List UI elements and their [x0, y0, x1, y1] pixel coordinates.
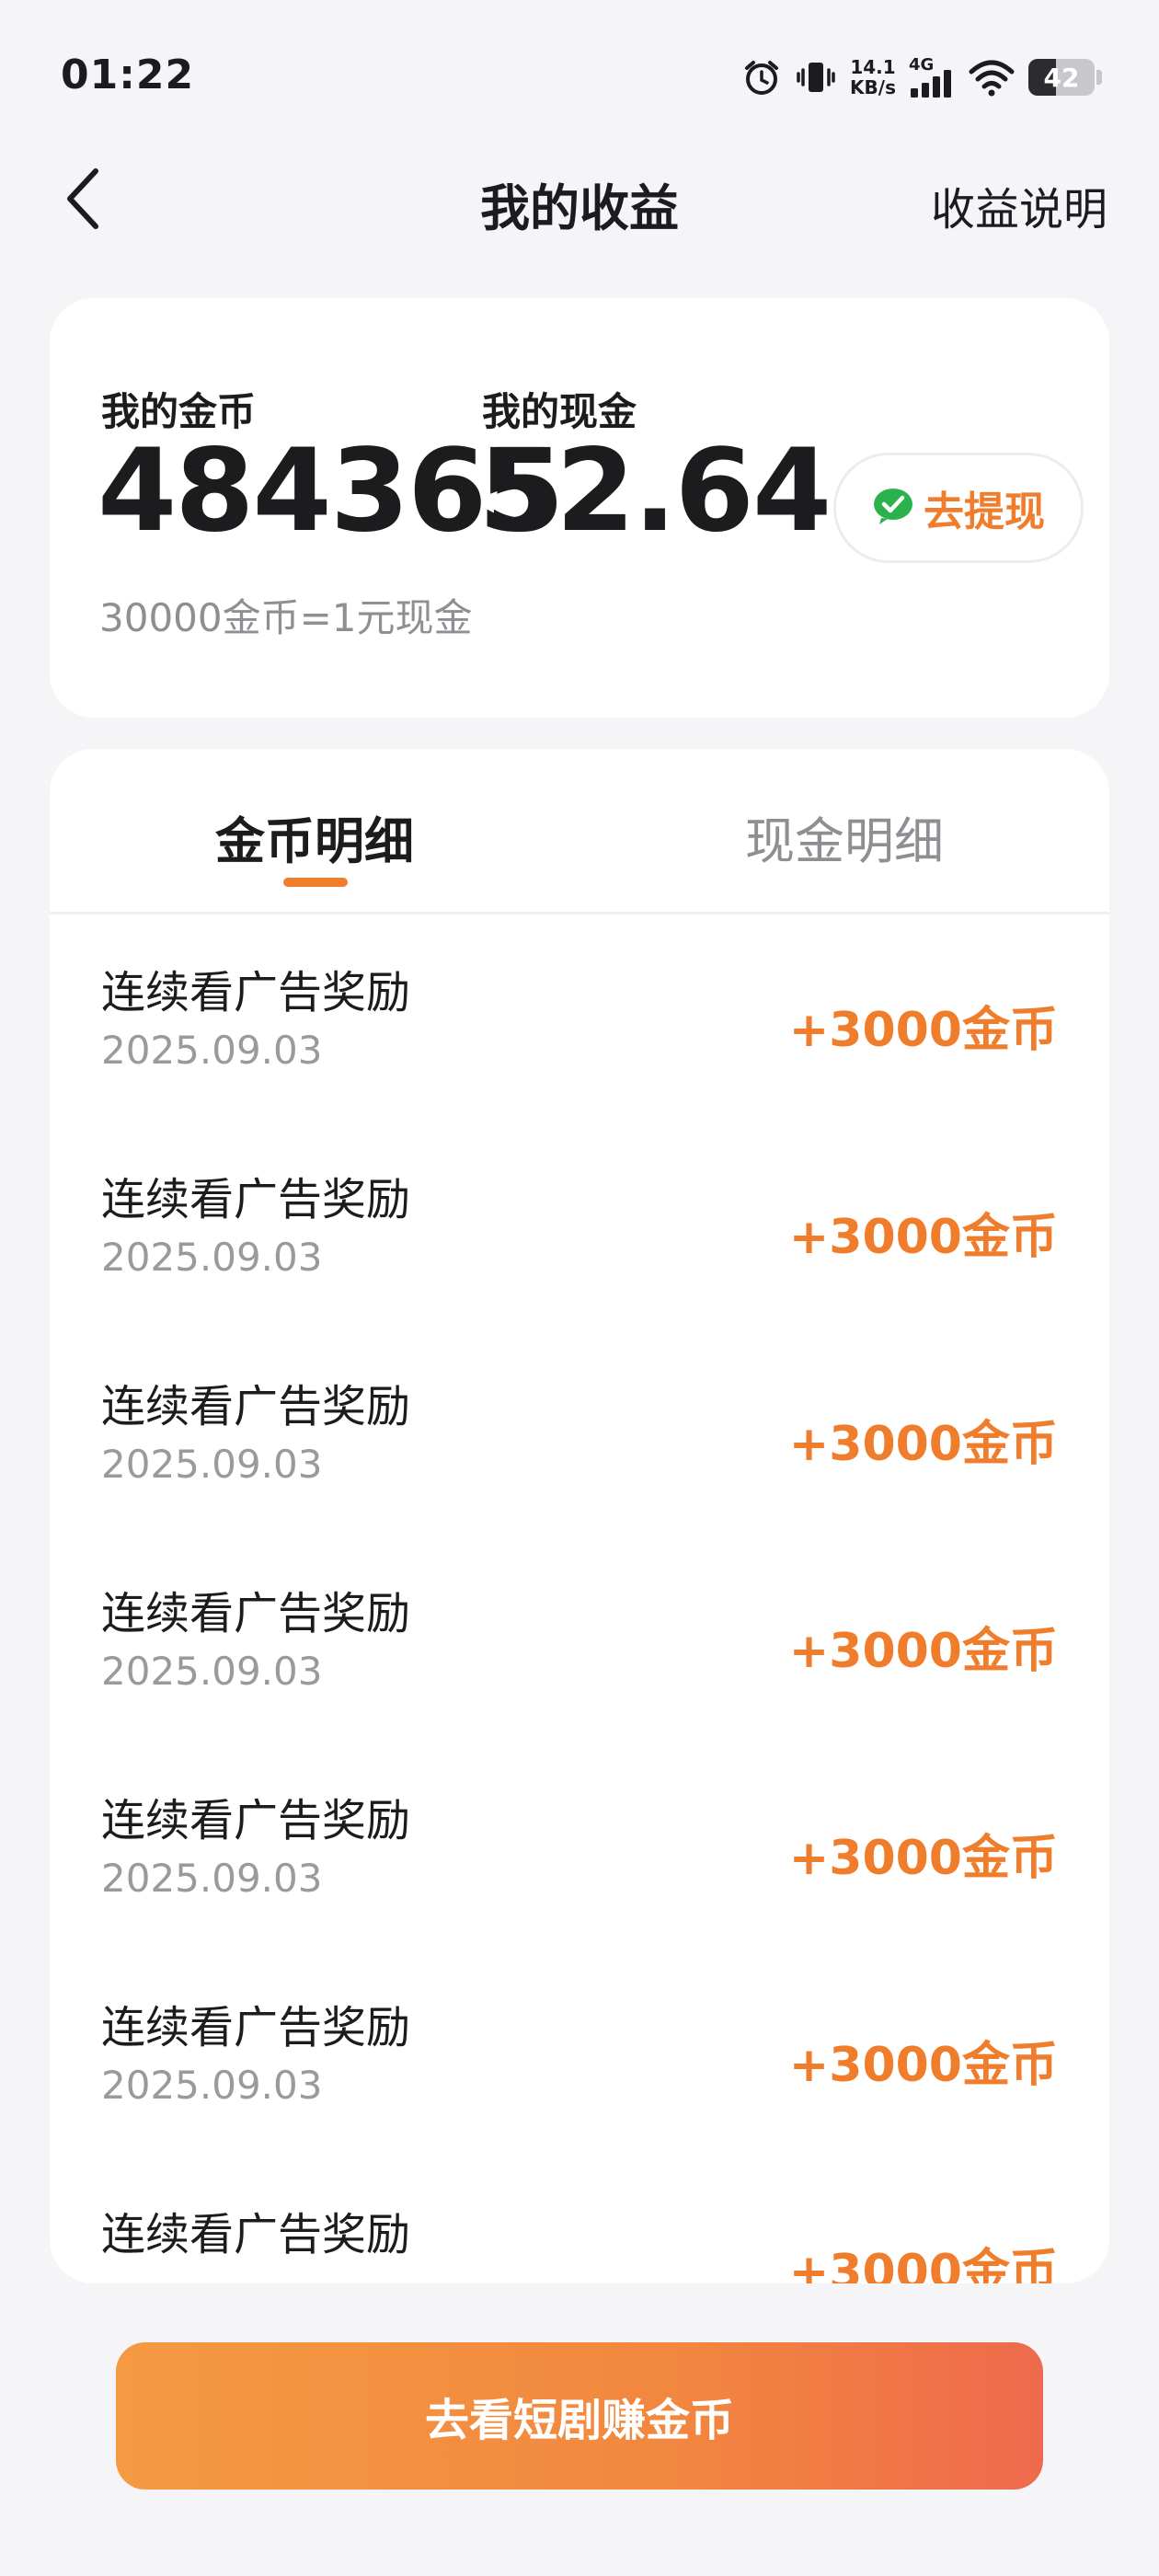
- tab-coin-details[interactable]: 金币明细: [50, 800, 580, 873]
- watch-drama-earn-coins-button[interactable]: 去看短剧赚金币: [116, 2342, 1043, 2490]
- net-speed: 14.1 KB/s: [850, 57, 896, 98]
- earnings-summary-card: 我的金币 484365 我的现金 52.64 30000金币=1元现金 去提现: [50, 298, 1109, 718]
- record-amount: +3000金币: [788, 1831, 1058, 1886]
- details-card: 金币明细 现金明细 连续看广告奖励 2025.09.03 +3000金币 连续看…: [50, 749, 1109, 2283]
- withdraw-label: 去提现: [924, 489, 1045, 535]
- record-amount: +3000金币: [788, 2245, 1058, 2283]
- record-title: 连续看广告奖励: [101, 1174, 411, 1225]
- list-item: 连续看广告奖励 2025.09.03 +3000金币: [50, 917, 1109, 1124]
- record-list[interactable]: 连续看广告奖励 2025.09.03 +3000金币 连续看广告奖励 2025.…: [50, 917, 1109, 2283]
- status-icons: 14.1 KB/s 4G 42: [741, 52, 1102, 103]
- record-title: 连续看广告奖励: [101, 1588, 411, 1639]
- list-item: 连续看广告奖励 2025.09.03 +3000金币: [50, 1745, 1109, 1952]
- list-item: 连续看广告奖励 2025.09.03 +3000金币: [50, 1538, 1109, 1745]
- alarm-clock-icon: [741, 57, 782, 98]
- record-amount: +3000金币: [788, 1624, 1058, 1679]
- record-amount: +3000金币: [788, 2038, 1058, 2093]
- withdraw-button[interactable]: 去提现: [833, 453, 1084, 563]
- battery-text: 42: [1043, 62, 1080, 93]
- record-date: 2025.09.03: [101, 1856, 323, 1901]
- status-time: 01:22: [61, 52, 195, 98]
- record-title: 连续看广告奖励: [101, 2209, 411, 2260]
- earnings-info-link[interactable]: 收益说明: [931, 173, 1107, 237]
- record-amount: +3000金币: [788, 1003, 1058, 1058]
- record-amount: +3000金币: [788, 1210, 1058, 1265]
- header: 我的收益 收益说明: [0, 156, 1159, 239]
- net-speed-unit: KB/s: [850, 76, 896, 98]
- record-date: 2025.09.03: [101, 2063, 323, 2108]
- tab-cash-details[interactable]: 现金明细: [580, 800, 1109, 873]
- wechat-icon: [872, 487, 914, 529]
- record-date: 2025.09.03: [101, 1028, 323, 1073]
- cell-signal: 4G: [909, 55, 955, 99]
- detail-tabs: 金币明细 现金明细: [50, 749, 1109, 914]
- record-title: 连续看广告奖励: [101, 1381, 411, 1432]
- net-speed-value: 14.1: [850, 56, 896, 78]
- wifi-icon: [968, 57, 1016, 98]
- active-tab-indicator: [283, 878, 348, 887]
- battery-tip: [1096, 70, 1102, 85]
- list-item: 连续看广告奖励 2025.09.03 +3000金币: [50, 1124, 1109, 1331]
- list-item: 连续看广告奖励 +3000金币: [50, 2159, 1109, 2283]
- list-item: 连续看广告奖励 2025.09.03 +3000金币: [50, 1331, 1109, 1538]
- list-item: 连续看广告奖励 2025.09.03 +3000金币: [50, 1952, 1109, 2159]
- record-amount: +3000金币: [788, 1417, 1058, 1472]
- record-title: 连续看广告奖励: [101, 967, 411, 1018]
- battery-icon: 42: [1028, 59, 1095, 96]
- exchange-rate-note: 30000金币=1元现金: [99, 595, 473, 640]
- vibrate-icon: [795, 57, 837, 98]
- record-title: 连续看广告奖励: [101, 1795, 411, 1846]
- record-date: 2025.09.03: [101, 1649, 323, 1694]
- cash-value: 52.64: [478, 425, 832, 558]
- record-date: 2025.09.03: [101, 1235, 323, 1280]
- cta-label: 去看短剧赚金币: [424, 2395, 734, 2446]
- record-date: 2025.09.03: [101, 1442, 323, 1487]
- record-title: 连续看广告奖励: [101, 2002, 411, 2053]
- status-bar: 01:22 14.1 KB/s 4G 42: [0, 0, 1159, 156]
